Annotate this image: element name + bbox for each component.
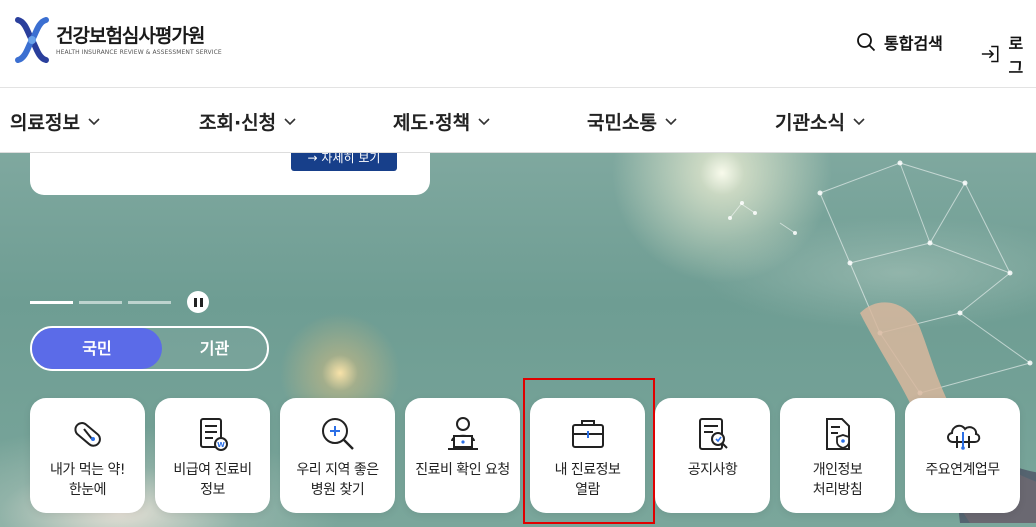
quick-menu-find-hospital[interactable]: 우리 지역 좋은 병원 찾기: [280, 398, 395, 513]
slide-indicator[interactable]: [30, 300, 73, 304]
nav-medical-info[interactable]: 의료정보: [10, 108, 100, 135]
search-label: 통합검색: [884, 34, 943, 53]
site-header: 건강보험심사평가원 HEALTH INSURANCE REVIEW & ASSE…: [0, 0, 1036, 88]
chevron-down-icon: [478, 117, 490, 125]
cloud-network-icon: [946, 424, 980, 450]
nav-label: 국민소통: [587, 112, 657, 134]
site-logo[interactable]: 건강보험심사평가원 HEALTH INSURANCE REVIEW & ASSE…: [14, 16, 222, 64]
quick-menu-label: 공지사항: [687, 462, 738, 478]
search-plus-icon: [321, 418, 354, 450]
chevron-down-icon: [853, 117, 865, 125]
nav-label: 의료정보: [10, 112, 80, 134]
logo-title: 건강보험심사평가원: [56, 24, 205, 47]
quick-menu-noncovered-fees[interactable]: W 비급여 진료비 정보: [155, 398, 270, 513]
nav-label: 조회·신청: [199, 112, 277, 134]
quick-menu-label: 진료비 확인 요청: [415, 462, 510, 478]
chevron-down-icon: [284, 117, 296, 125]
nav-public-communication[interactable]: 국민소통: [587, 108, 677, 135]
login-icon: [981, 45, 999, 63]
quick-menu-label: 개인정보 처리방침: [812, 462, 863, 498]
login-label: 로그: [1008, 34, 1024, 77]
person-laptop-icon: [447, 417, 478, 450]
view-details-label: → 자세히 보기: [307, 153, 381, 165]
notice-document-icon: [698, 418, 728, 450]
quick-menu-my-medication[interactable]: 내가 먹는 약! 한눈에: [30, 398, 145, 513]
integrated-search-button[interactable]: 통합검색: [856, 30, 943, 54]
main-navigation: 의료정보 조회·신청 제도·정책 국민소통 기관소식: [0, 88, 1036, 153]
slide-indicators: [30, 291, 209, 313]
audience-toggle: 국민 기관: [30, 326, 269, 371]
logo-icon: [15, 17, 49, 63]
logo-subtitle: HEALTH INSURANCE REVIEW & ASSESSMENT SER…: [56, 48, 222, 56]
quick-menu-fee-check-request[interactable]: 진료비 확인 요청: [405, 398, 520, 513]
briefcase-icon: [571, 420, 604, 448]
nav-system-policy[interactable]: 제도·정책: [393, 108, 490, 135]
svg-text:W: W: [217, 441, 225, 449]
slide-indicator[interactable]: [79, 300, 122, 304]
quick-menu-privacy-policy[interactable]: 개인정보 처리방침: [780, 398, 895, 513]
quick-menu-label: 내가 먹는 약! 한눈에: [50, 462, 125, 498]
pause-button[interactable]: [187, 291, 209, 313]
search-icon: [857, 33, 876, 52]
toggle-citizen[interactable]: 국민: [32, 328, 162, 369]
quick-menu-label: 내 진료정보 열람: [554, 462, 621, 498]
pause-icon: [193, 297, 197, 307]
quick-menu-linked-services[interactable]: 주요연계업무: [905, 398, 1020, 513]
nav-label: 기관소식: [775, 112, 845, 134]
login-button[interactable]: 로그: [980, 30, 1036, 78]
nav-inquiry-apply[interactable]: 조회·신청: [199, 108, 296, 135]
quick-menu-label: 비급여 진료비 정보: [173, 462, 252, 498]
chevron-down-icon: [88, 117, 100, 125]
pill-icon: [73, 422, 101, 447]
quick-menu-notices[interactable]: 공지사항: [655, 398, 770, 513]
chevron-down-icon: [665, 117, 677, 125]
hero-banner: → 자세히 보기 국민 기관 내가 먹는 약! 한눈에 W 비급여 진료비 정보…: [0, 153, 1036, 527]
toggle-institution[interactable]: 기관: [162, 328, 267, 369]
privacy-shield-icon: [825, 418, 850, 450]
quick-menu-my-medical-records[interactable]: 내 진료정보 열람: [530, 398, 645, 513]
nav-label: 제도·정책: [393, 112, 471, 134]
won-document-icon: W: [199, 418, 228, 451]
slide-indicator[interactable]: [128, 300, 171, 304]
quick-menu-label: 주요연계업무: [925, 462, 1000, 478]
nav-agency-news[interactable]: 기관소식: [775, 108, 865, 135]
quick-menu-label: 우리 지역 좋은 병원 찾기: [296, 462, 379, 498]
view-details-button[interactable]: → 자세히 보기: [291, 153, 397, 171]
